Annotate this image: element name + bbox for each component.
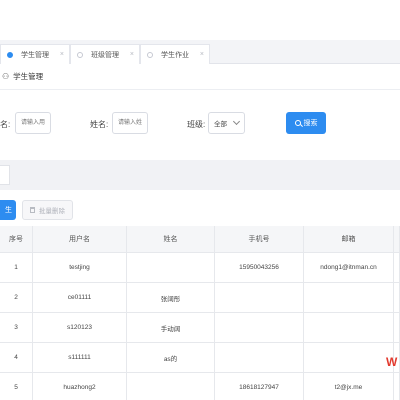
table-cell-extra [394,313,400,343]
section-title: 学生管理 [13,72,44,81]
table-cell-email: ndong1@itnman.cn [304,253,394,283]
table-cell-extra [394,283,400,313]
class-select[interactable]: 全部 [208,112,245,134]
table-cell-phone [215,343,304,373]
table-cell-index: 3 [0,313,33,343]
content-divider-band [0,160,400,190]
column-header[interactable]: 姓名 [127,226,215,253]
table-cell-name: as的 [127,343,215,373]
username-input[interactable] [15,112,51,134]
column-header[interactable]: 邮箱 [304,226,394,253]
chevron-down-icon [232,117,241,126]
table-cell-phone [215,313,304,343]
table-cell-email [304,283,394,313]
class-label: 班级: [187,120,206,129]
table-cell-extra [394,253,400,283]
table-cell-email [304,313,394,343]
username-label: 名: [0,120,11,129]
close-icon[interactable]: × [130,51,134,58]
table-cell-index: 1 [0,253,33,283]
tab-dot-icon [147,51,153,58]
add-student-button[interactable]: 生 [0,200,16,220]
table-cell-username: testjing [33,253,127,283]
tab-student-management[interactable]: 学生管理 × [0,44,70,64]
table-cell-username: huazhong2 [33,373,127,400]
close-icon[interactable]: × [200,51,204,58]
table-cell-extra [394,373,400,400]
name-input[interactable] [112,112,148,134]
table-cell-username: s120123 [33,313,127,343]
class-select-value: 全部 [214,121,227,128]
tab-bar: 学生管理 × 班级管理 × 学生作业 × [0,40,400,64]
search-icon [294,120,301,126]
section-header: ⚇ 学生管理 [0,64,400,90]
tab-dot-icon [7,51,13,58]
column-header[interactable]: 用户名 [33,226,127,253]
close-icon[interactable]: × [60,51,64,58]
tab-dot-icon [77,51,83,58]
table-cell-name: 张阔彤 [127,283,215,313]
table-cell-phone: 15950043256 [215,253,304,283]
tab-label: 班级管理 [91,51,119,59]
table-cell-name [127,253,215,283]
table-cell-username: s111111 [33,343,127,373]
table-cell-name [127,373,215,400]
tab-label: 学生作业 [161,51,189,59]
table-cell-email [304,343,394,373]
top-blank-area [0,0,400,40]
search-button[interactable]: 搜索 [286,112,326,134]
watermark-logo: W [386,355,398,369]
table-cell-name: 手动阔 [127,313,215,343]
tab-student-homework[interactable]: 学生作业 × [140,44,210,64]
tab-label: 学生管理 [21,51,49,59]
table-cell-phone: 18618127947 [215,373,304,400]
table-cell-email: t2@jx.me [304,373,394,400]
tab-class-management[interactable]: 班级管理 × [70,44,140,64]
table-cell-index: 5 [0,373,33,400]
add-student-button-label: 生 [5,207,12,214]
column-header[interactable]: 序号 [0,226,33,253]
table-cell-username: ce01111 [33,283,127,313]
column-header-extra [394,226,400,253]
column-header[interactable]: 手机号 [215,226,304,253]
batch-delete-button[interactable]: 批量删除 [22,200,73,220]
table-cell-phone [215,283,304,313]
table-cell-index: 2 [0,283,33,313]
search-button-label: 搜索 [303,120,318,127]
trash-icon [30,207,35,213]
people-icon: ⚇ [2,72,10,81]
band-input-stub[interactable] [0,165,10,185]
name-label: 姓名: [90,120,109,129]
table-cell-index: 4 [0,343,33,373]
batch-delete-label: 批量删除 [39,208,65,215]
